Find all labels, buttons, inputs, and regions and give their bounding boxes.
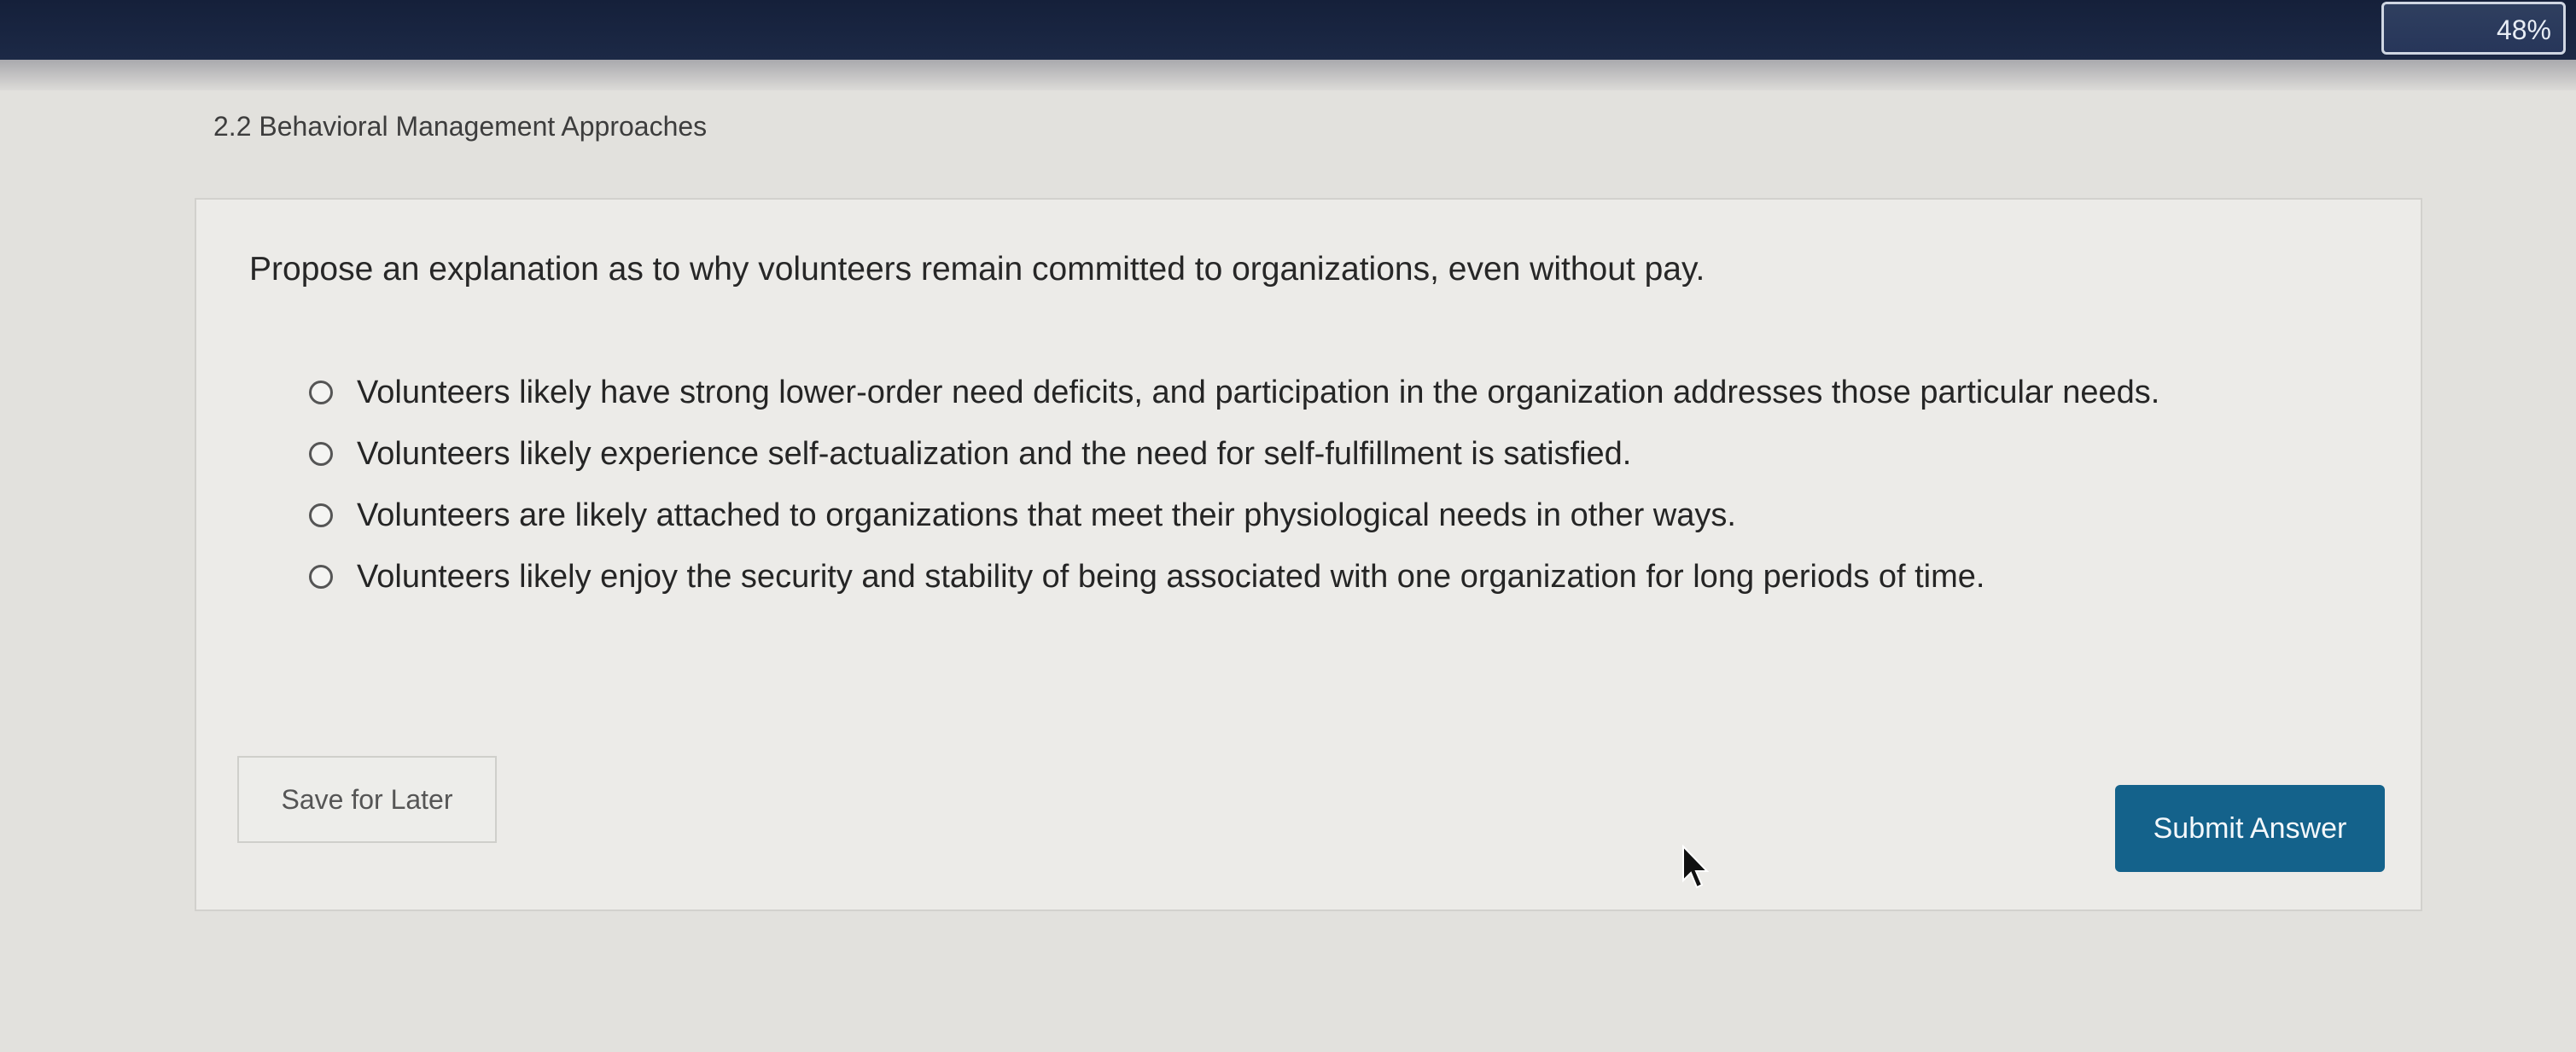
answer-option-2-label: Volunteers likely experience self-actual… [357,436,1632,472]
top-bar-shadow [0,60,2576,90]
radio-button-1[interactable] [309,381,333,404]
answer-option-4-label: Volunteers likely enjoy the security and… [357,559,1985,595]
answer-option-1-label: Volunteers likely have strong lower-orde… [357,375,2160,410]
answer-option-3[interactable]: Volunteers are likely attached to organi… [309,491,2306,539]
save-for-later-button[interactable]: Save for Later [237,756,497,843]
answer-option-1[interactable]: Volunteers likely have strong lower-orde… [309,369,2306,416]
answer-option-2[interactable]: Volunteers likely experience self-actual… [309,430,2306,478]
progress-indicator[interactable]: 48% [2381,2,2566,55]
question-prompt: Propose an explanation as to why volunte… [249,251,1705,288]
answer-option-4[interactable]: Volunteers likely enjoy the security and… [309,553,2306,601]
mouse-cursor-icon [1682,845,1710,889]
progress-percent: 48% [2496,15,2551,45]
section-title: 2.2 Behavioral Management Approaches [213,111,708,142]
radio-button-4[interactable] [309,565,333,589]
top-navigation-bar [0,0,2576,60]
question-card: Propose an explanation as to why volunte… [195,198,2422,911]
submit-answer-button[interactable]: Submit Answer [2115,785,2385,872]
answer-options: Volunteers likely have strong lower-orde… [309,369,2306,614]
radio-button-3[interactable] [309,503,333,527]
answer-option-3-label: Volunteers are likely attached to organi… [357,497,1736,533]
radio-button-2[interactable] [309,442,333,466]
